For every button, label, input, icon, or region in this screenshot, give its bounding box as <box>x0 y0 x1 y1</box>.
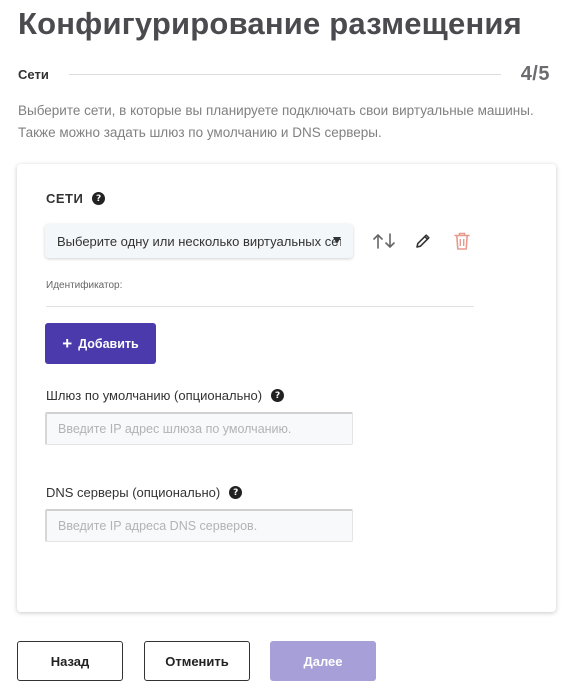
networks-title-text: СЕТИ <box>46 191 84 206</box>
add-network-button[interactable]: + Добавить <box>45 323 156 364</box>
sort-up-down-icon[interactable] <box>372 230 396 252</box>
question-circle-icon[interactable]: ? <box>271 389 285 402</box>
step-divider <box>68 73 501 75</box>
step-name: Сети <box>18 66 49 82</box>
identifier-label: Идентификатор: <box>46 280 123 291</box>
pencil-icon[interactable] <box>411 230 435 252</box>
gateway-label: Шлюз по умолчанию (опционально) ? <box>46 388 285 403</box>
dns-input[interactable] <box>45 509 353 542</box>
caret-down-icon <box>333 237 341 244</box>
trash-icon[interactable] <box>450 230 474 252</box>
page-title: Конфигурирование размещения <box>18 6 522 41</box>
add-network-label: Добавить <box>78 336 139 351</box>
networks-card: СЕТИ ? Выберите одну или несколько вирту… <box>17 164 556 612</box>
network-row-actions <box>372 230 474 252</box>
question-circle-icon[interactable]: ? <box>92 192 106 205</box>
plus-icon: + <box>62 334 73 353</box>
network-select-value: Выберите одну или несколько виртуальных … <box>57 233 341 249</box>
question-circle-icon[interactable]: ? <box>229 486 243 499</box>
back-button[interactable]: Назад <box>17 641 123 681</box>
step-indicator: Сети 4/5 <box>18 62 550 86</box>
step-counter: 4/5 <box>520 62 550 85</box>
cancel-button[interactable]: Отменить <box>144 641 250 681</box>
dns-label: DNS серверы (опционально) ? <box>46 485 243 500</box>
network-select[interactable]: Выберите одну или несколько виртуальных … <box>45 224 353 258</box>
gateway-label-text: Шлюз по умолчанию (опционально) <box>46 388 263 403</box>
dns-label-text: DNS серверы (опционально) <box>46 485 221 500</box>
next-button[interactable]: Далее <box>270 641 376 681</box>
networks-section-title: СЕТИ ? <box>46 191 106 206</box>
gateway-input[interactable] <box>45 412 353 445</box>
page-description: Выберите сети, в которые вы планируете п… <box>18 103 534 140</box>
identifier-divider <box>46 306 474 307</box>
